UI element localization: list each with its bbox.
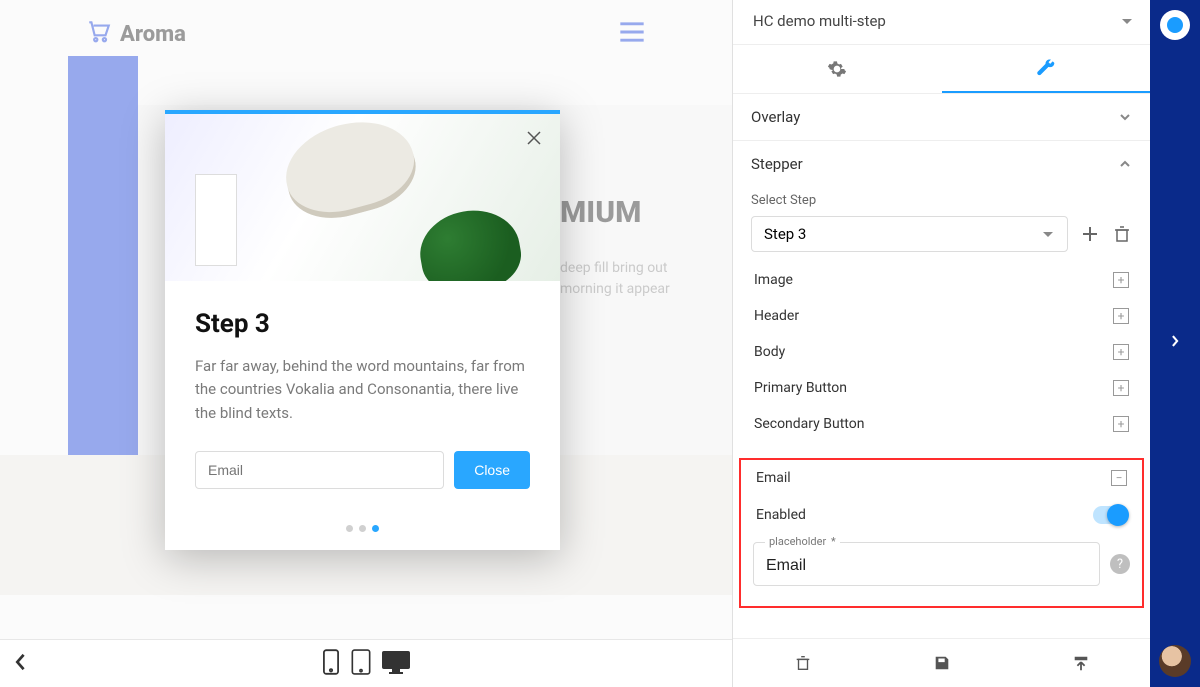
hero-title-fragment: MIUM <box>560 195 641 230</box>
user-avatar[interactable] <box>1159 645 1191 677</box>
expand-icon[interactable]: + <box>1113 416 1129 432</box>
email-enabled-label: Enabled <box>756 507 806 523</box>
step-dots <box>165 511 560 550</box>
chevron-up-icon <box>1118 157 1132 171</box>
panel-footer <box>733 638 1150 687</box>
tab-build[interactable] <box>942 45 1151 93</box>
save-icon <box>933 654 951 672</box>
collapse-icon[interactable]: − <box>1111 470 1127 486</box>
prop-email[interactable]: Email − <box>753 460 1130 496</box>
step-select[interactable]: Step 3 <box>751 216 1068 252</box>
tablet-icon[interactable] <box>351 649 371 679</box>
trash-icon <box>1113 225 1131 243</box>
email-enabled-row: Enabled <box>753 496 1130 534</box>
back-button[interactable] <box>0 653 40 675</box>
settings-panel: HC demo multi-step Overlay Stepper Selec… <box>732 0 1150 687</box>
step-modal: Step 3 Far far away, behind the word mou… <box>165 110 560 550</box>
desktop-icon[interactable] <box>381 649 411 679</box>
prop-header[interactable]: Header + <box>751 298 1132 334</box>
brand-text: Aroma <box>120 22 186 47</box>
prop-secondary-button[interactable]: Secondary Button + <box>751 406 1132 442</box>
email-section-highlight: Email − Enabled placeholder * ? <box>739 458 1144 608</box>
chevron-down-icon <box>1041 227 1055 241</box>
expand-icon[interactable]: + <box>1113 308 1129 324</box>
hero-body-fragment: deep fill bring out morning it appear <box>560 258 720 300</box>
prop-image-label: Image <box>754 272 793 288</box>
expand-icon[interactable]: + <box>1113 272 1129 288</box>
placeholder-field-label: placeholder * <box>765 535 840 548</box>
chevron-down-icon <box>1120 14 1134 28</box>
wrench-icon <box>1036 58 1056 78</box>
section-overlay[interactable]: Overlay <box>733 94 1150 141</box>
prop-email-label: Email <box>756 470 791 486</box>
prop-secondary-button-label: Secondary Button <box>754 416 864 432</box>
mobile-icon[interactable] <box>321 649 341 679</box>
footer-publish-button[interactable] <box>1067 649 1095 677</box>
footer-delete-button[interactable] <box>789 649 817 677</box>
add-step-button[interactable] <box>1080 224 1100 244</box>
upload-icon <box>1072 654 1090 672</box>
section-stepper[interactable]: Stepper <box>733 141 1150 187</box>
modal-title: Step 3 <box>195 309 530 339</box>
step-select-value: Step 3 <box>764 225 806 243</box>
gear-icon <box>827 59 847 79</box>
step-dot-active[interactable] <box>372 525 379 532</box>
placeholder-input[interactable] <box>753 542 1100 586</box>
rail-expand-button[interactable] <box>1168 333 1182 352</box>
placeholder-field: placeholder * ? <box>753 542 1130 586</box>
footer-save-button[interactable] <box>928 649 956 677</box>
cart-icon <box>86 18 112 50</box>
preview-canvas: Aroma MIUM deep fill bring out morning i… <box>0 0 732 687</box>
project-name: HC demo multi-step <box>753 12 886 30</box>
modal-image <box>165 114 560 281</box>
required-asterisk: * <box>831 535 836 548</box>
prop-body[interactable]: Body + <box>751 334 1132 370</box>
rail-logo[interactable] <box>1160 10 1190 40</box>
select-step-label: Select Step <box>751 193 1132 208</box>
step-dot[interactable] <box>346 525 353 532</box>
expand-icon[interactable]: + <box>1113 344 1129 360</box>
section-overlay-label: Overlay <box>751 108 800 126</box>
prop-header-label: Header <box>754 308 799 324</box>
close-icon[interactable] <box>526 130 542 150</box>
placeholder-label-text: placeholder <box>769 535 826 548</box>
section-stepper-label: Stepper <box>751 155 803 173</box>
modal-body-text: Far far away, behind the word mountains,… <box>195 355 530 425</box>
step-dot[interactable] <box>359 525 366 532</box>
help-icon[interactable]: ? <box>1110 554 1130 574</box>
close-button[interactable]: Close <box>454 451 530 489</box>
right-rail <box>1150 0 1200 687</box>
email-enabled-toggle[interactable] <box>1093 506 1127 524</box>
expand-icon[interactable]: + <box>1113 380 1129 396</box>
delete-step-button[interactable] <box>1112 224 1132 244</box>
trash-icon <box>794 654 812 672</box>
chevron-down-icon <box>1118 110 1132 124</box>
hero-accent <box>68 56 138 456</box>
chevron-right-icon <box>1168 334 1182 348</box>
stepper-body: Select Step Step 3 Image + <box>733 187 1150 458</box>
preview-toolbar <box>0 639 732 687</box>
prop-primary-button-label: Primary Button <box>754 380 847 396</box>
hamburger-icon[interactable] <box>618 20 646 48</box>
site-brand: Aroma <box>86 18 186 50</box>
section-other[interactable]: Other <box>733 622 1150 638</box>
prop-image[interactable]: Image + <box>751 262 1132 298</box>
prop-body-label: Body <box>754 344 785 360</box>
modal-image-hat <box>276 114 425 229</box>
project-selector[interactable]: HC demo multi-step <box>733 0 1150 45</box>
email-input[interactable] <box>195 451 444 489</box>
panel-tabs <box>733 45 1150 94</box>
prop-primary-button[interactable]: Primary Button + <box>751 370 1132 406</box>
tab-settings[interactable] <box>733 45 942 93</box>
